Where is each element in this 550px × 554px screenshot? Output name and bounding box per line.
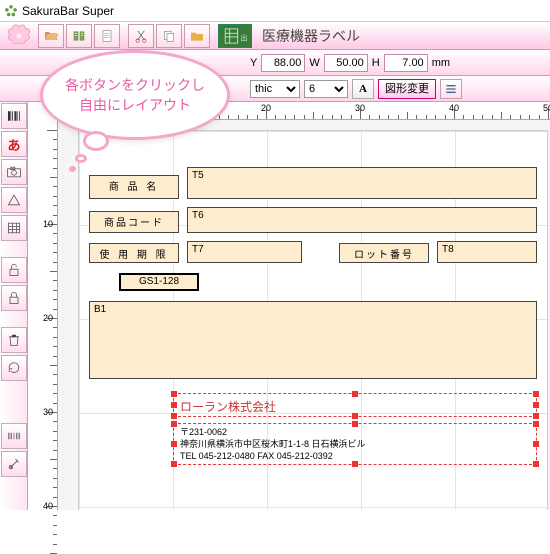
y-field[interactable]	[261, 54, 305, 72]
field-expiry-label[interactable]: 使 用 期 限	[89, 243, 179, 263]
app-title: SakuraBar Super	[22, 4, 114, 18]
copy-button[interactable]	[156, 24, 182, 48]
company-address-box[interactable]: 〒231-0062 神奈川県横浜市中区桜木町1-1-8 日石横浜ビル TEL 0…	[173, 423, 537, 465]
font-family-select[interactable]: thic	[250, 80, 300, 98]
app-icon	[4, 4, 18, 18]
w-field[interactable]	[324, 54, 368, 72]
main-toolbar: 出 医療機器ラベル	[0, 22, 550, 50]
field-t8[interactable]: T8	[437, 241, 537, 263]
text-tool[interactable]: あ	[1, 131, 27, 157]
company-address: 〒231-0062 神奈川県横浜市中区桜木町1-1-8 日石横浜ビル TEL 0…	[174, 424, 536, 464]
h-label: H	[372, 57, 380, 69]
doc-title: 医療機器ラベル	[254, 26, 548, 46]
barcode2-tool[interactable]	[1, 423, 27, 449]
delete-tool[interactable]	[1, 327, 27, 353]
unit-label: mm	[432, 57, 450, 69]
h-field[interactable]	[384, 54, 428, 72]
page-button[interactable]	[94, 24, 120, 48]
sidebar: あ	[0, 102, 28, 510]
w-label: W	[309, 57, 319, 69]
field-gs1[interactable]: GS1-128	[119, 273, 199, 291]
lock-tool[interactable]	[1, 285, 27, 311]
titlebar: SakuraBar Super	[0, 0, 550, 22]
label-page: 商 品 名 T5 商品コード T6 使 用 期 限 T7 ロット番号 T8 GS…	[78, 130, 548, 510]
svg-text:出: 出	[240, 33, 247, 42]
green-layout-button[interactable]: 出	[218, 24, 252, 48]
field-b1[interactable]: B1	[89, 301, 537, 379]
field-t6[interactable]: T6	[187, 207, 537, 233]
camera-tool[interactable]	[1, 159, 27, 185]
hint-bubble: 各ボタンをクリックし 自由にレイアウト	[40, 50, 230, 140]
field-t7[interactable]: T7	[187, 241, 302, 263]
font-size-select[interactable]: 6	[304, 80, 348, 98]
shape-tool[interactable]	[1, 187, 27, 213]
shape-change-button[interactable]: 図形変更	[378, 79, 436, 99]
bold-button[interactable]: A	[352, 79, 374, 99]
unlock-tool[interactable]	[1, 257, 27, 283]
book-button[interactable]	[66, 24, 92, 48]
sakura-logo	[2, 23, 36, 49]
vertical-ruler: 10203040	[28, 120, 58, 510]
open-button[interactable]	[38, 24, 64, 48]
y-label: Y	[250, 57, 257, 69]
field-code-label[interactable]: 商品コード	[89, 211, 179, 233]
cut-button[interactable]	[128, 24, 154, 48]
settings-tool[interactable]	[1, 451, 27, 477]
refresh-tool[interactable]	[1, 355, 27, 381]
field-lot-label[interactable]: ロット番号	[339, 243, 429, 263]
field-name-label[interactable]: 商 品 名	[89, 175, 179, 199]
list-button[interactable]	[440, 79, 462, 99]
table-tool[interactable]	[1, 215, 27, 241]
barcode-tool[interactable]	[1, 103, 27, 129]
canvas[interactable]: 商 品 名 T5 商品コード T6 使 用 期 限 T7 ロット番号 T8 GS…	[58, 120, 550, 510]
folder-button[interactable]	[184, 24, 210, 48]
field-t5[interactable]: T5	[187, 167, 537, 199]
company-name-box[interactable]: ローラン株式会社	[173, 393, 537, 417]
